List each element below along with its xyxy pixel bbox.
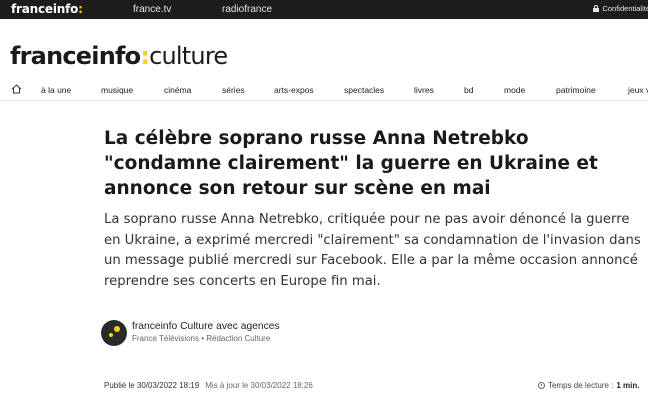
clock-icon bbox=[538, 382, 545, 389]
nav-item-spectacles[interactable]: spectacles bbox=[344, 85, 384, 95]
section-nav: à la une musique cinéma séries arts-expo… bbox=[0, 80, 648, 101]
nav-item-bd[interactable]: bd bbox=[464, 85, 473, 95]
article-lede: La soprano russe Anna Netrebko, critiqué… bbox=[104, 212, 641, 289]
nav-item-musique[interactable]: musique bbox=[101, 85, 133, 95]
reading-time: Temps de lecture : 1 min. bbox=[538, 381, 640, 390]
network-brand-text: franceinfo bbox=[11, 2, 79, 16]
nav-item-arts-expos[interactable]: arts-expos bbox=[274, 85, 314, 95]
franceinfo-network-link[interactable]: franceinfo: bbox=[11, 2, 83, 16]
network-brand-colon: : bbox=[78, 2, 83, 16]
privacy-label: Confidentialité bbox=[602, 4, 648, 13]
privacy-link[interactable]: Confidentialité bbox=[593, 4, 648, 13]
nav-item-cinema[interactable]: cinéma bbox=[164, 85, 191, 95]
published-date: Publié le 30/03/2022 18:19 bbox=[104, 381, 200, 390]
nav-item-mode[interactable]: mode bbox=[504, 85, 525, 95]
author-organization: France Télévisions • Rédaction Culture bbox=[132, 334, 271, 343]
network-bar: franceinfo: france.tv radiofrance Confid… bbox=[0, 0, 648, 19]
article-dates: Publié le 30/03/2022 18:19 Mis à jour le … bbox=[104, 381, 313, 390]
nav-item-a-la-une[interactable]: à la une bbox=[41, 85, 71, 95]
radiofrance-link[interactable]: radiofrance bbox=[222, 4, 272, 15]
article-headline: La célèbre soprano russe Anna Netrebko "… bbox=[104, 128, 598, 199]
updated-date: Mis à jour le 30/03/2022 18:26 bbox=[205, 381, 313, 390]
france-tv-link[interactable]: france.tv bbox=[133, 4, 171, 15]
site-logo[interactable]: franceinfo:culture bbox=[10, 42, 228, 70]
nav-item-jeux-video[interactable]: jeux v bbox=[628, 85, 648, 95]
avatar-logo-dot-small bbox=[109, 333, 113, 337]
reading-time-value: 1 min. bbox=[616, 381, 640, 390]
nav-item-livres[interactable]: livres bbox=[414, 85, 434, 95]
nav-item-patrimoine[interactable]: patrimoine bbox=[556, 85, 596, 95]
home-icon[interactable] bbox=[11, 84, 22, 94]
logo-colon: : bbox=[140, 42, 150, 70]
logo-culture: culture bbox=[149, 42, 228, 70]
lock-icon bbox=[593, 5, 600, 12]
avatar-logo-dot bbox=[114, 326, 120, 332]
author-name[interactable]: franceinfo Culture avec agences bbox=[132, 321, 280, 332]
logo-franceinfo: franceinfo bbox=[10, 42, 141, 70]
reading-time-label: Temps de lecture : bbox=[548, 381, 614, 390]
author-avatar bbox=[101, 320, 127, 346]
nav-item-series[interactable]: séries bbox=[222, 85, 245, 95]
